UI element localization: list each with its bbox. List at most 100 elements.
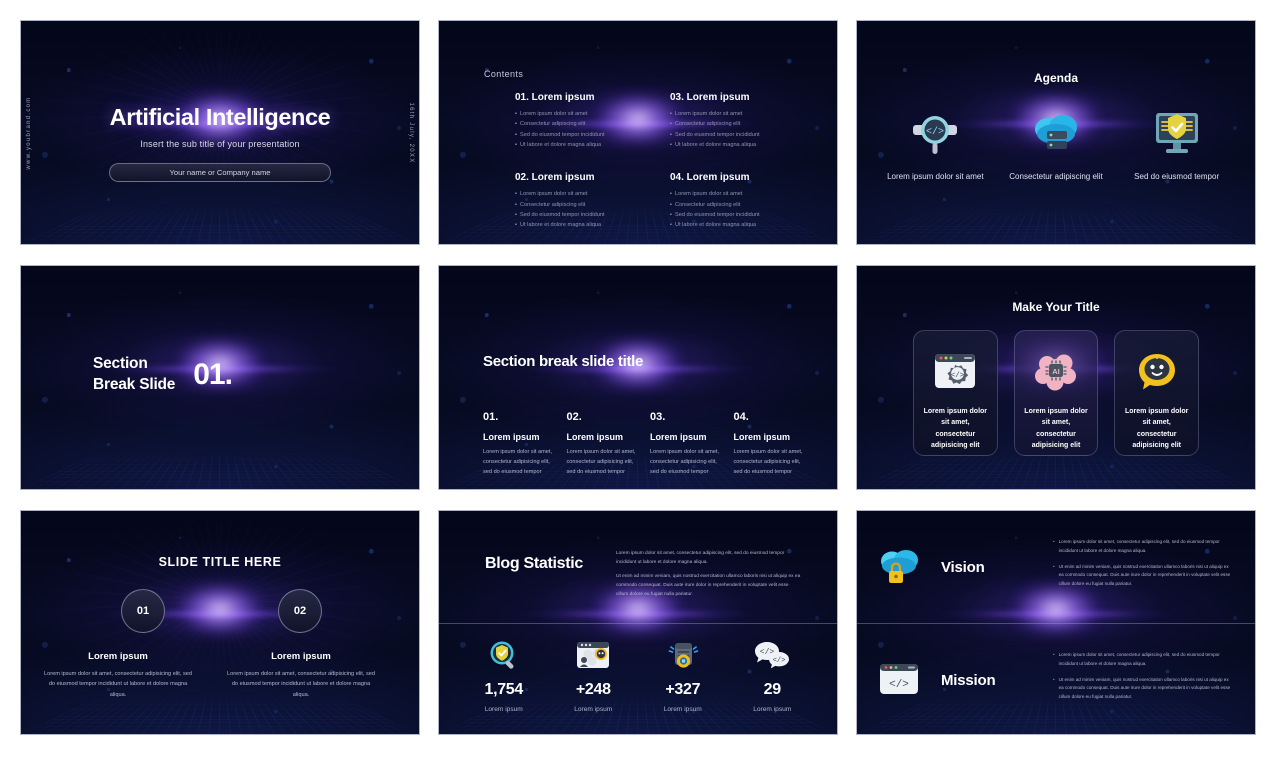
contents-bullet: ▪ Ut labore et dolore magna aliqua xyxy=(515,220,642,230)
section-bullets: • Lorem ipsum dolor sit amet, consectetur… xyxy=(1053,651,1255,710)
browser-user-bot-icon xyxy=(549,635,639,677)
slide-agenda[interactable]: Agenda </> Lorem ipsum dolor sit amet Co… xyxy=(856,20,1256,245)
feature-card-text: Lorem ipsum dolor sit amet, consectetur … xyxy=(1015,406,1098,451)
page-title: Section break slide title xyxy=(483,353,643,370)
slide-contents[interactable]: Contents 01. Lorem ipsum ▪ Lorem ipsum do… xyxy=(438,20,838,245)
statistic-value: 29 xyxy=(728,681,818,699)
page-title: Artificial Intelligence xyxy=(21,104,419,131)
code-chat-bubbles-icon: </> </> xyxy=(728,635,818,677)
step-content[interactable]: Lorem ipsum Lorem ipsum dolor sit amet, … xyxy=(227,651,375,700)
company-name-label: Your name or Company name xyxy=(169,168,270,177)
contents-item-heading: 02. Lorem ipsum xyxy=(515,172,642,183)
slide-vision-mission[interactable]: Vision • Lorem ipsum dolor sit amet, cons… xyxy=(856,510,1256,735)
mission-section[interactable]: </> Mission • Lorem ipsum dolor sit amet,… xyxy=(857,624,1255,735)
contents-bullet: ▪ Lorem ipsum dolor sit amet xyxy=(670,189,797,199)
contents-bullet: ▪ Consectetur adipiscing elit xyxy=(670,119,797,129)
section-title-line-2: Break Slide xyxy=(93,375,175,396)
server-badge-icon xyxy=(638,635,728,677)
browser-gear-code-icon: </> xyxy=(932,348,978,396)
step-badge-01[interactable]: 01 xyxy=(121,589,165,633)
chatbot-bubble-icon xyxy=(1134,348,1180,396)
svg-text:</>: </> xyxy=(889,679,909,691)
column-heading: Lorem ipsum xyxy=(567,432,637,442)
intro-paragraph: Ut enim ad minim veniam, quis nostrud ex… xyxy=(616,572,802,600)
column-heading: Lorem ipsum xyxy=(650,432,720,442)
contents-item-heading: 01. Lorem ipsum xyxy=(515,92,642,103)
intro-paragraphs: Lorem ipsum dolor sit amet, consectetur … xyxy=(616,549,802,604)
contents-item[interactable]: 03. Lorem ipsum ▪ Lorem ipsum dolor sit a… xyxy=(670,92,797,150)
cloud-server-icon xyxy=(997,103,1115,163)
page-title: Blog Statistic xyxy=(485,555,583,573)
feature-card-text: Lorem ipsum dolor sit amet, consectetur … xyxy=(1115,406,1198,451)
contents-bullet: ▪ Ut labore et dolore magna aliqua xyxy=(670,140,797,150)
divider xyxy=(439,623,837,624)
slide-blog-statistic[interactable]: Blog Statistic Lorem ipsum dolor sit ame… xyxy=(438,510,838,735)
section-column[interactable]: 01. Lorem ipsum Lorem ipsum dolor sit am… xyxy=(483,411,553,477)
column-body: Lorem ipsum dolor sit amet, consectetur … xyxy=(734,448,804,477)
feature-card-text: Lorem ipsum dolor sit amet, consectetur … xyxy=(914,406,997,451)
page-title: SLIDE TITLE HERE xyxy=(21,555,419,569)
contents-bullet: ▪ Consectetur adipiscing elit xyxy=(670,200,797,210)
agenda-column[interactable]: Sed do eiusmod tempor xyxy=(1118,103,1236,183)
step-badge-label: 01 xyxy=(137,605,149,617)
section-number: 01. xyxy=(193,358,232,392)
agenda-columns: </> Lorem ipsum dolor sit amet Consectet… xyxy=(875,103,1237,183)
contents-bullet: ▪ Consectetur adipiscing elit xyxy=(515,119,642,129)
contents-item[interactable]: 02. Lorem ipsum ▪ Lorem ipsum dolor sit a… xyxy=(515,172,642,230)
statistic-caption: Lorem ipsum xyxy=(638,706,728,713)
slide-make-your-title[interactable]: Make Your Title </> Lorem ipsum dolor si… xyxy=(856,265,1256,490)
section-title-line-1: Section xyxy=(93,354,175,375)
contents-bullet: ▪ Sed do eiusmod tempor incididunt xyxy=(670,210,797,220)
statistic-item[interactable]: </> </> 29 Lorem ipsum xyxy=(728,635,818,713)
vision-section[interactable]: Vision • Lorem ipsum dolor sit amet, cons… xyxy=(857,511,1255,623)
step-body: Lorem ipsum dolor sit amet, consectetur … xyxy=(227,669,375,700)
statistic-item[interactable]: +327 Lorem ipsum xyxy=(638,635,728,713)
statistic-value: +327 xyxy=(638,681,728,699)
section-column[interactable]: 04. Lorem ipsum Lorem ipsum dolor sit am… xyxy=(734,411,804,477)
page-title: Agenda xyxy=(857,71,1255,85)
slide-two-column-numbered[interactable]: SLIDE TITLE HERE 01 02 Lorem ipsum Lorem… xyxy=(20,510,420,735)
cloud-lock-icon xyxy=(857,545,941,589)
agenda-caption: Consectetur adipiscing elit xyxy=(997,171,1115,183)
agenda-caption: Lorem ipsum dolor sit amet xyxy=(876,171,994,183)
statistic-caption: Lorem ipsum xyxy=(459,706,549,713)
section-columns: 01. Lorem ipsum Lorem ipsum dolor sit am… xyxy=(483,411,803,477)
step-badge-02[interactable]: 02 xyxy=(278,589,322,633)
step-heading: Lorem ipsum xyxy=(227,651,375,662)
svg-text:AI: AI xyxy=(1052,367,1060,376)
statistic-item[interactable]: +248 Lorem ipsum xyxy=(549,635,639,713)
slide-deck-grid: www.youbrand.com 16th July, 20XX Artific… xyxy=(0,0,1280,760)
section-column[interactable]: 02. Lorem ipsum Lorem ipsum dolor sit am… xyxy=(567,411,637,477)
section-bullet: • Ut enim ad minim veniam, quis nostrud e… xyxy=(1053,563,1233,590)
contents-bullet: ▪ Sed do eiusmod tempor incididunt xyxy=(670,130,797,140)
magnifier-shield-icon xyxy=(459,635,549,677)
feature-card[interactable]: Lorem ipsum dolor sit amet, consectetur … xyxy=(1114,330,1199,456)
statistic-item[interactable]: 1,754 Lorem ipsum xyxy=(459,635,549,713)
slide-title[interactable]: www.youbrand.com 16th July, 20XX Artific… xyxy=(20,20,420,245)
slide-section-break[interactable]: Section Break Slide 01. xyxy=(20,265,420,490)
column-body: Lorem ipsum dolor sit amet, consectetur … xyxy=(483,448,553,477)
step-heading: Lorem ipsum xyxy=(44,651,192,662)
monitor-shield-icon xyxy=(1118,103,1236,163)
intro-paragraph: Lorem ipsum dolor sit amet, consectetur … xyxy=(616,549,802,568)
company-name-field[interactable]: Your name or Company name xyxy=(109,163,331,182)
magnifier-code-icon: </> xyxy=(876,103,994,163)
statistic-caption: Lorem ipsum xyxy=(549,706,639,713)
svg-text:</>: </> xyxy=(773,657,786,665)
feature-card[interactable]: AI Lorem ipsum dolor sit amet, consectet… xyxy=(1014,330,1099,456)
section-column[interactable]: 03. Lorem ipsum Lorem ipsum dolor sit am… xyxy=(650,411,720,477)
contents-item[interactable]: 01. Lorem ipsum ▪ Lorem ipsum dolor sit a… xyxy=(515,92,642,150)
step-content[interactable]: Lorem ipsum Lorem ipsum dolor sit amet, … xyxy=(44,651,192,700)
agenda-column[interactable]: </> Lorem ipsum dolor sit amet xyxy=(876,103,994,183)
ai-brain-chip-icon: AI xyxy=(1033,348,1079,396)
feature-card[interactable]: </> Lorem ipsum dolor sit amet, consecte… xyxy=(913,330,998,456)
contents-bullet: ▪ Ut labore et dolore magna aliqua xyxy=(670,220,797,230)
contents-item[interactable]: 04. Lorem ipsum ▪ Lorem ipsum dolor sit a… xyxy=(670,172,797,230)
section-bullet: • Lorem ipsum dolor sit amet, consectetur… xyxy=(1053,651,1233,669)
section-bullet: • Ut enim ad minim veniam, quis nostrud e… xyxy=(1053,676,1233,703)
page-title: Make Your Title xyxy=(857,300,1255,314)
agenda-column[interactable]: Consectetur adipiscing elit xyxy=(997,103,1115,183)
slide-section-detail[interactable]: Section break slide title 01. Lorem ipsu… xyxy=(438,265,838,490)
feature-card-row: </> Lorem ipsum dolor sit amet, consecte… xyxy=(913,330,1199,456)
page-subtitle: Insert the sub title of your presentatio… xyxy=(21,139,419,149)
